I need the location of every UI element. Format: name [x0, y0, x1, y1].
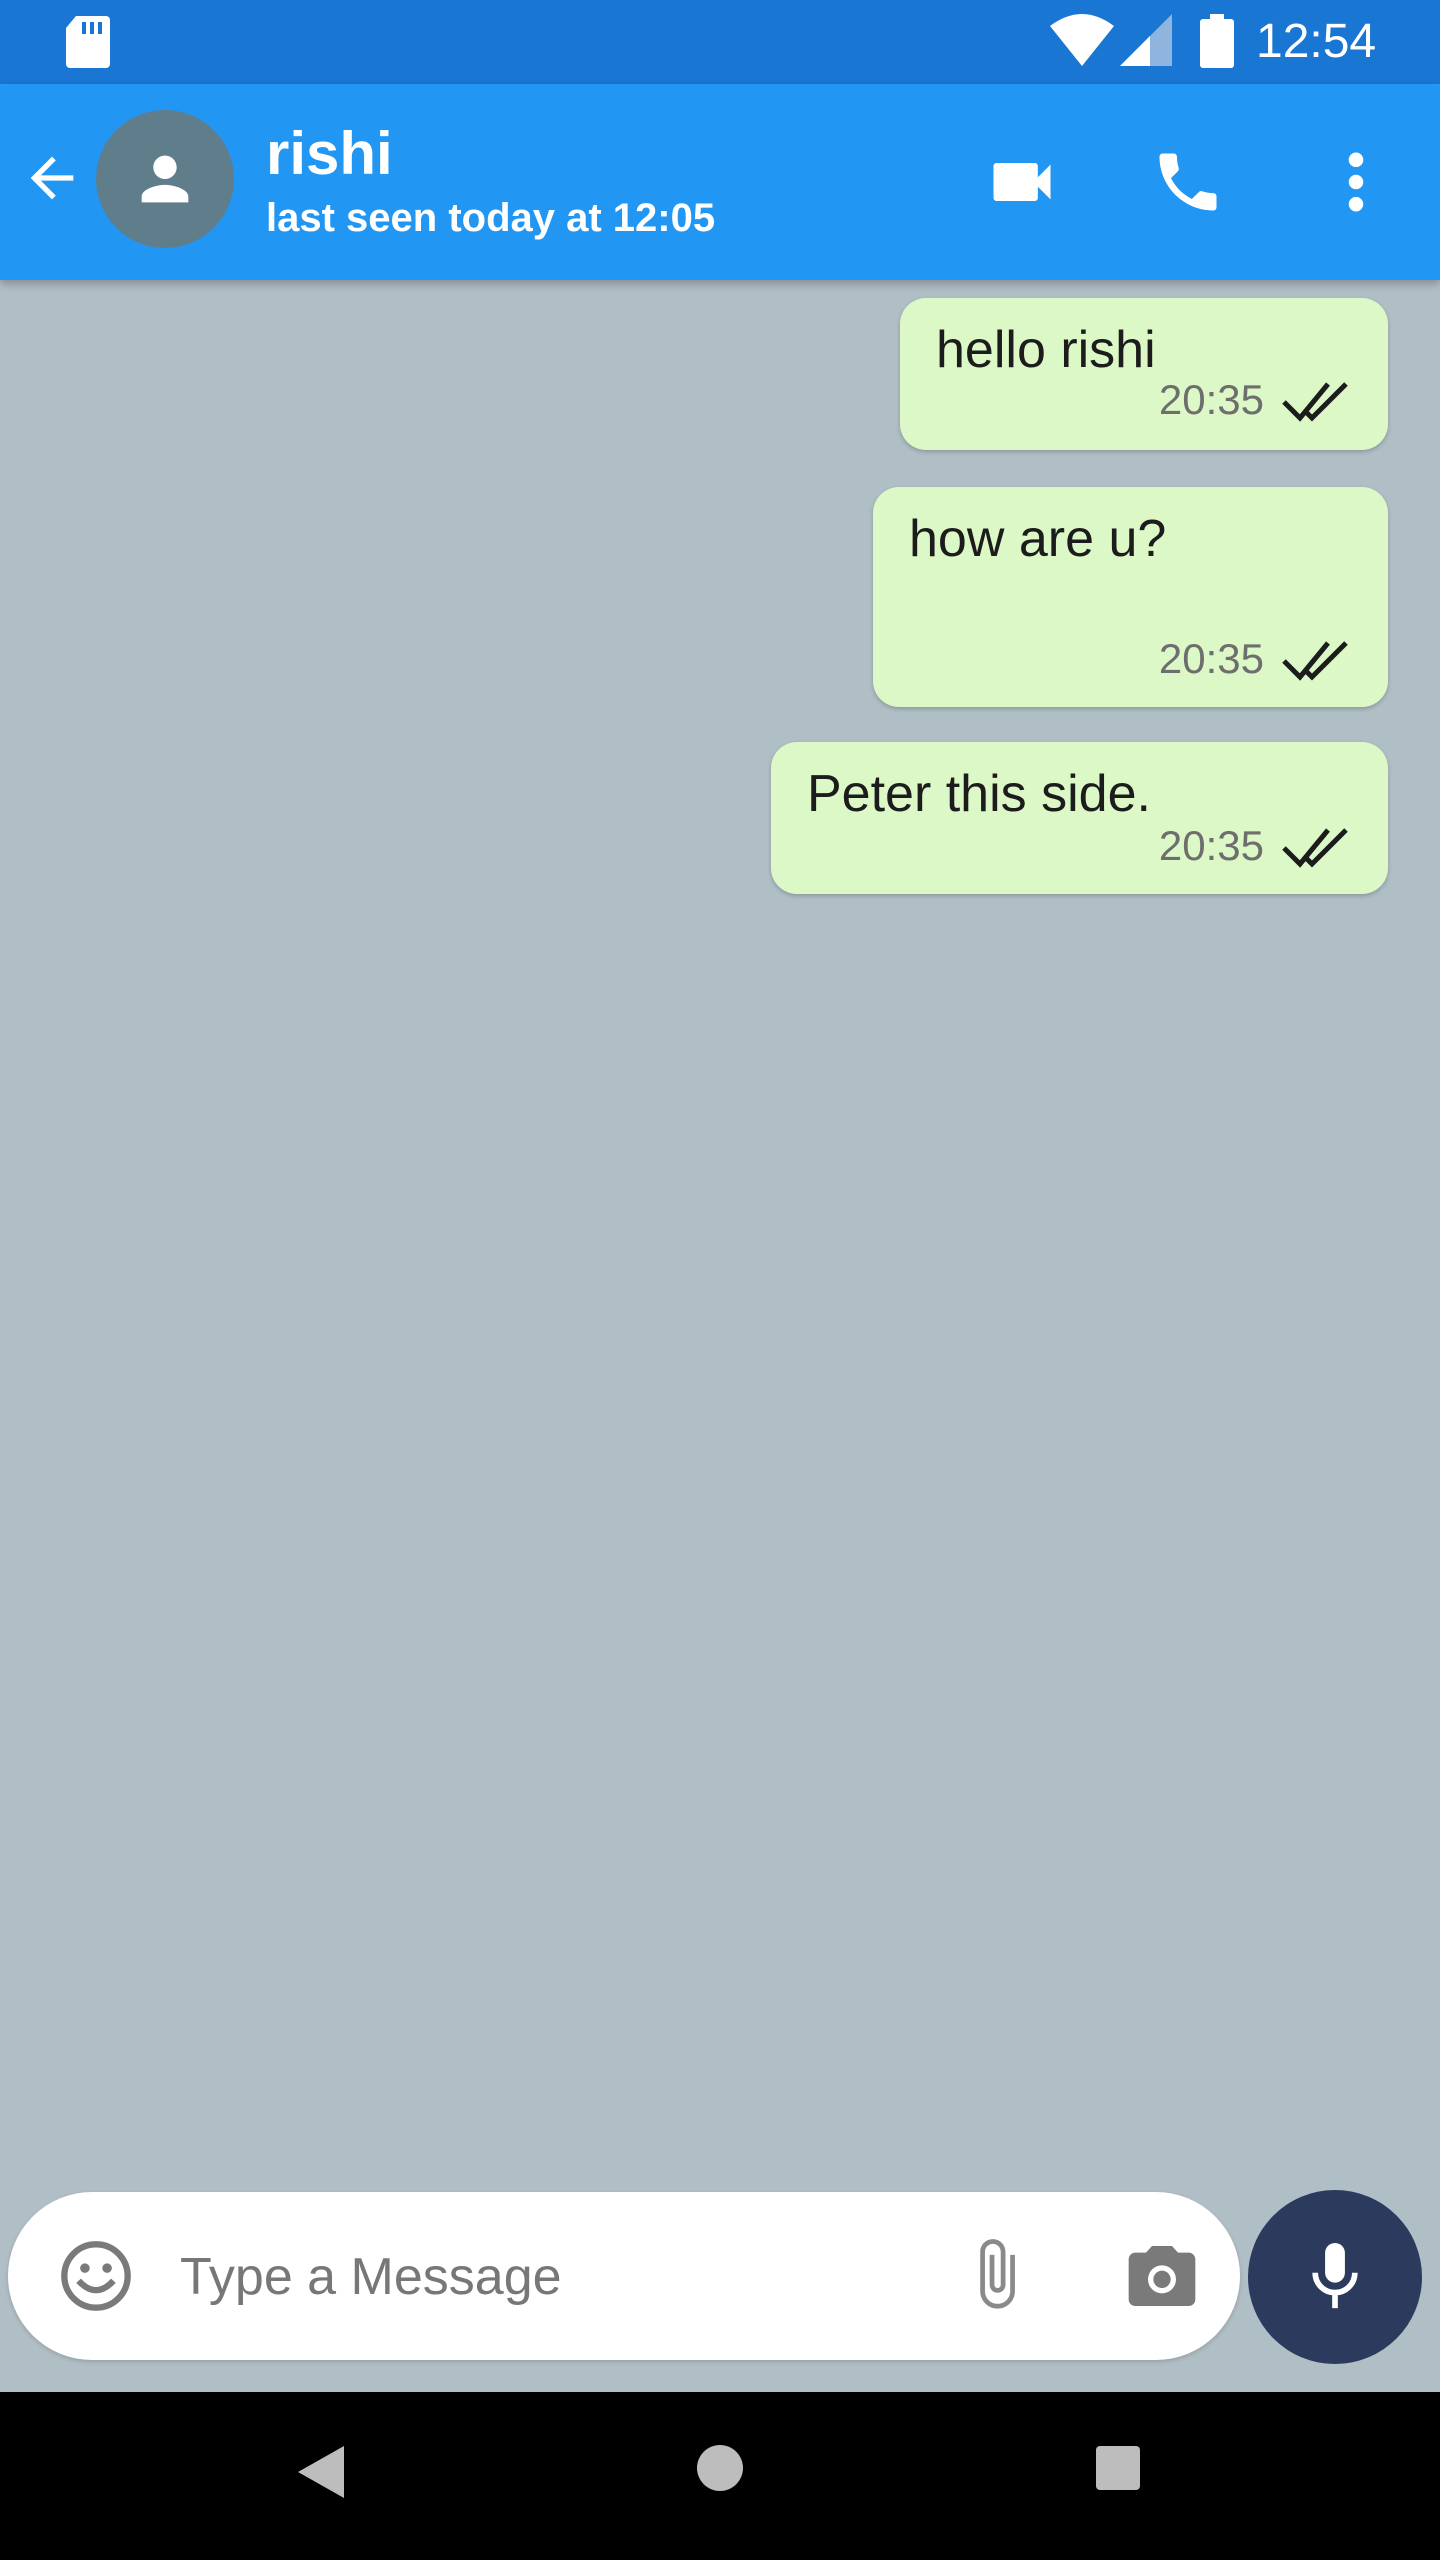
chat-header: rishi last seen today at 12:05: [0, 84, 1440, 280]
status-bar: 12:54: [0, 0, 1440, 84]
battery-icon: [1200, 14, 1234, 68]
double-check-icon: [1282, 828, 1348, 868]
double-check-icon: [1282, 641, 1348, 681]
phone-call-icon[interactable]: [1150, 144, 1226, 220]
back-arrow-icon[interactable]: [20, 146, 84, 210]
system-nav-bar: [0, 2392, 1440, 2560]
video-call-icon[interactable]: [984, 144, 1060, 220]
signal-icon: [1120, 14, 1172, 66]
more-vert-icon[interactable]: [1330, 144, 1382, 220]
message-time: 20:35: [1158, 376, 1264, 423]
message-time: 20:35: [1158, 822, 1264, 869]
avatar[interactable]: [96, 110, 234, 248]
mic-icon: [1312, 2243, 1358, 2309]
nav-home-icon[interactable]: [696, 2444, 744, 2492]
outgoing-message[interactable]: how are u? 20:35: [873, 487, 1388, 707]
message-input[interactable]: [178, 2222, 942, 2332]
sd-card-icon: [66, 16, 110, 68]
outgoing-message[interactable]: Peter this side. 20:35: [771, 742, 1388, 894]
attach-icon[interactable]: [958, 2236, 1034, 2318]
camera-icon[interactable]: [1122, 2238, 1202, 2314]
nav-recents-icon[interactable]: [1096, 2446, 1140, 2490]
voice-record-button[interactable]: [1248, 2190, 1422, 2364]
status-time: 12:54: [1256, 15, 1377, 68]
contact-name[interactable]: rishi: [266, 118, 393, 190]
message-text: Peter this side.: [807, 765, 1151, 823]
emoji-icon[interactable]: [58, 2238, 134, 2314]
message-text: hello rishi: [936, 321, 1156, 379]
person-icon: [141, 155, 189, 203]
last-seen-status: last seen today at 12:05: [266, 196, 716, 240]
wifi-icon: [1050, 14, 1114, 66]
outgoing-message[interactable]: hello rishi 20:35: [900, 298, 1388, 450]
message-composer: [8, 2192, 1240, 2360]
double-check-icon: [1282, 382, 1348, 422]
nav-back-icon[interactable]: [296, 2444, 346, 2500]
message-time: 20:35: [1158, 635, 1264, 682]
message-text: how are u?: [909, 510, 1167, 568]
